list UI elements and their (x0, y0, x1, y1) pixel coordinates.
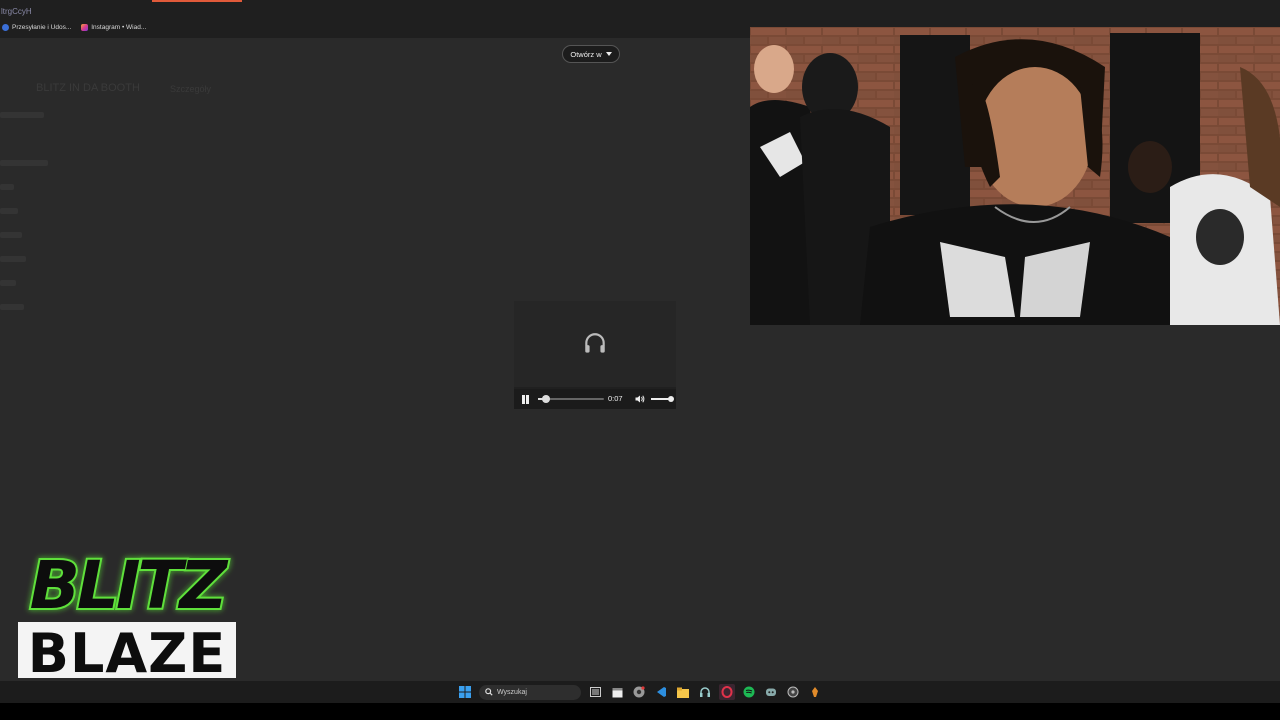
opera-icon[interactable] (719, 684, 735, 700)
dim-row (0, 208, 18, 214)
bottom-black-strip (0, 703, 1280, 720)
search-placeholder: Wyszukaj (497, 688, 527, 696)
volume-handle[interactable] (668, 396, 674, 402)
chrome-icon[interactable] (631, 684, 647, 700)
headphones-icon (585, 333, 605, 353)
svg-text:BLITZ: BLITZ (30, 547, 229, 624)
cs-icon[interactable] (807, 684, 823, 700)
vscode-icon[interactable] (653, 684, 669, 700)
windows-taskbar: Wyszukaj (0, 681, 1280, 703)
windows-logo-icon (459, 686, 471, 698)
svg-text:BLAZE: BLAZE (28, 622, 226, 685)
dim-row (0, 160, 48, 166)
instagram-icon (81, 24, 89, 31)
task-view-icon[interactable] (587, 684, 603, 700)
dim-row (0, 184, 14, 190)
seek-handle[interactable] (541, 395, 550, 403)
dim-page-title: BLITZ IN DA BOOTH (36, 82, 140, 94)
bookmark-label: Instagram • Wiad... (91, 24, 147, 31)
discord-icon[interactable] (763, 684, 779, 700)
file-explorer-icon[interactable] (675, 684, 691, 700)
webcam-overlay (750, 27, 1280, 325)
volume-slider[interactable] (651, 396, 674, 402)
start-button[interactable] (457, 684, 473, 700)
pause-button[interactable] (521, 395, 529, 404)
headset-icon[interactable] (697, 684, 713, 700)
bookmark-instagram[interactable]: Instagram • Wiad... (81, 24, 146, 31)
caret-down-icon (605, 52, 612, 56)
taskbar-search[interactable]: Wyszukaj (479, 684, 581, 700)
webcam-image (750, 27, 1280, 325)
dim-page-subtitle: Szczegóły (170, 84, 212, 94)
active-tab-indicator (152, 0, 242, 2)
seek-bar[interactable] (538, 395, 604, 403)
audio-artwork (514, 301, 676, 387)
facebook-icon (2, 24, 9, 31)
dim-row (0, 304, 24, 310)
bookmark-label: Przesyłanie i Udos... (12, 24, 72, 31)
spotify-icon[interactable] (741, 684, 757, 700)
dim-row (0, 280, 16, 286)
open-in-label: Otwórz w (570, 49, 602, 59)
time-display: 0:07 (608, 394, 623, 403)
bookmark-facebook[interactable]: Przesyłanie i Udos... (2, 24, 71, 31)
dim-row (0, 256, 26, 262)
dim-row (0, 112, 44, 118)
dim-row (0, 232, 22, 238)
address-bar-text[interactable]: ltrgCcyH (1, 7, 32, 16)
volume-icon[interactable] (634, 393, 646, 405)
audio-player: 0:07 (514, 301, 676, 409)
open-in-button[interactable]: Otwórz w (562, 45, 620, 63)
bookmarks-bar: Przesyłanie i Udos... Instagram • Wiad..… (2, 24, 146, 31)
calendar-icon[interactable] (609, 684, 625, 700)
logo-graphic: BLITZ BLAZE (18, 545, 236, 685)
search-icon (485, 688, 493, 696)
obs-icon[interactable] (785, 684, 801, 700)
audio-controls: 0:07 (514, 389, 676, 409)
blitz-blaze-logo: BLITZ BLAZE (12, 536, 242, 686)
